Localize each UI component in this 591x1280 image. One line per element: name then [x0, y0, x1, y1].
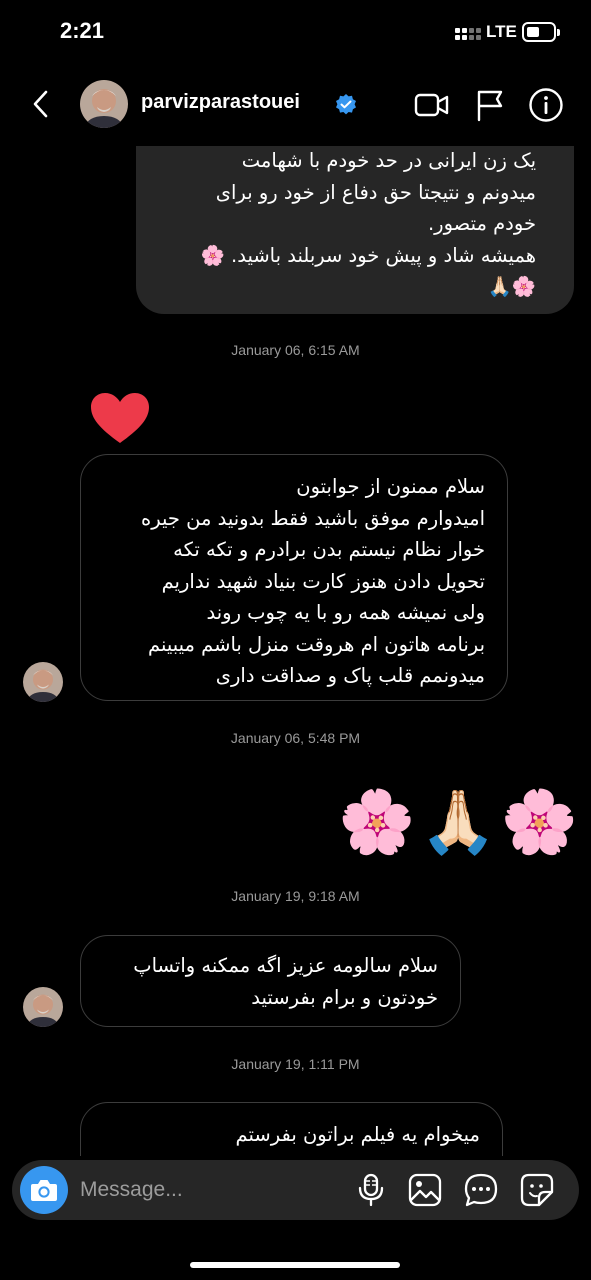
cherry-blossom-emoji: 🌸 [500, 785, 578, 858]
network-label: LTE [486, 22, 517, 41]
message-composer [12, 1160, 579, 1220]
heart-reaction-icon[interactable] [89, 391, 151, 447]
message-bubble-incoming[interactable]: سلام سالومه عزیز اگه ممکنه واتساپ خودتون… [80, 935, 461, 1027]
sender-avatar [23, 987, 63, 1027]
status-bar: 2:21 LTE [0, 0, 591, 62]
info-icon[interactable] [527, 86, 565, 124]
message-timestamp: January 06, 5:48 PM [230, 730, 361, 746]
chat-header: parvizparastouei [0, 62, 591, 146]
message-input[interactable] [80, 1174, 340, 1206]
message-bubble-incoming[interactable]: سلام ممنون از جوابتون امیدوارم موفق باشی… [80, 454, 508, 701]
message-bubble-outgoing[interactable]: یک زن ایرانی در حد خودم با شهامت میدونم … [136, 118, 574, 314]
message-timestamp: January 19, 1:11 PM [231, 1056, 360, 1072]
message-timestamp: January 06, 6:15 AM [231, 342, 360, 358]
signal-icon [455, 26, 481, 42]
camera-icon[interactable] [20, 1166, 68, 1214]
sender-avatar [23, 662, 63, 702]
status-time: 2:21 [60, 18, 105, 43]
back-icon[interactable] [28, 88, 56, 120]
chat-icon[interactable] [463, 1172, 499, 1208]
folded-hands-emoji: 🙏🏻 [419, 785, 497, 858]
emoji-message[interactable]: 🌸 🙏🏻 🌸 [333, 780, 578, 864]
cherry-blossom-emoji: 🌸 [338, 785, 416, 858]
message-timestamp: January 19, 9:18 AM [231, 888, 360, 904]
profile-avatar[interactable] [80, 80, 128, 128]
battery-icon [522, 22, 560, 42]
video-icon[interactable] [413, 86, 451, 124]
sticker-icon[interactable] [519, 1172, 555, 1208]
gallery-icon[interactable] [407, 1172, 443, 1208]
chat-username[interactable]: parvizparastouei [141, 91, 300, 114]
home-indicator [190, 1262, 400, 1268]
microphone-icon[interactable] [353, 1172, 389, 1208]
flag-icon[interactable] [472, 86, 510, 124]
verified-badge-icon [334, 93, 358, 117]
